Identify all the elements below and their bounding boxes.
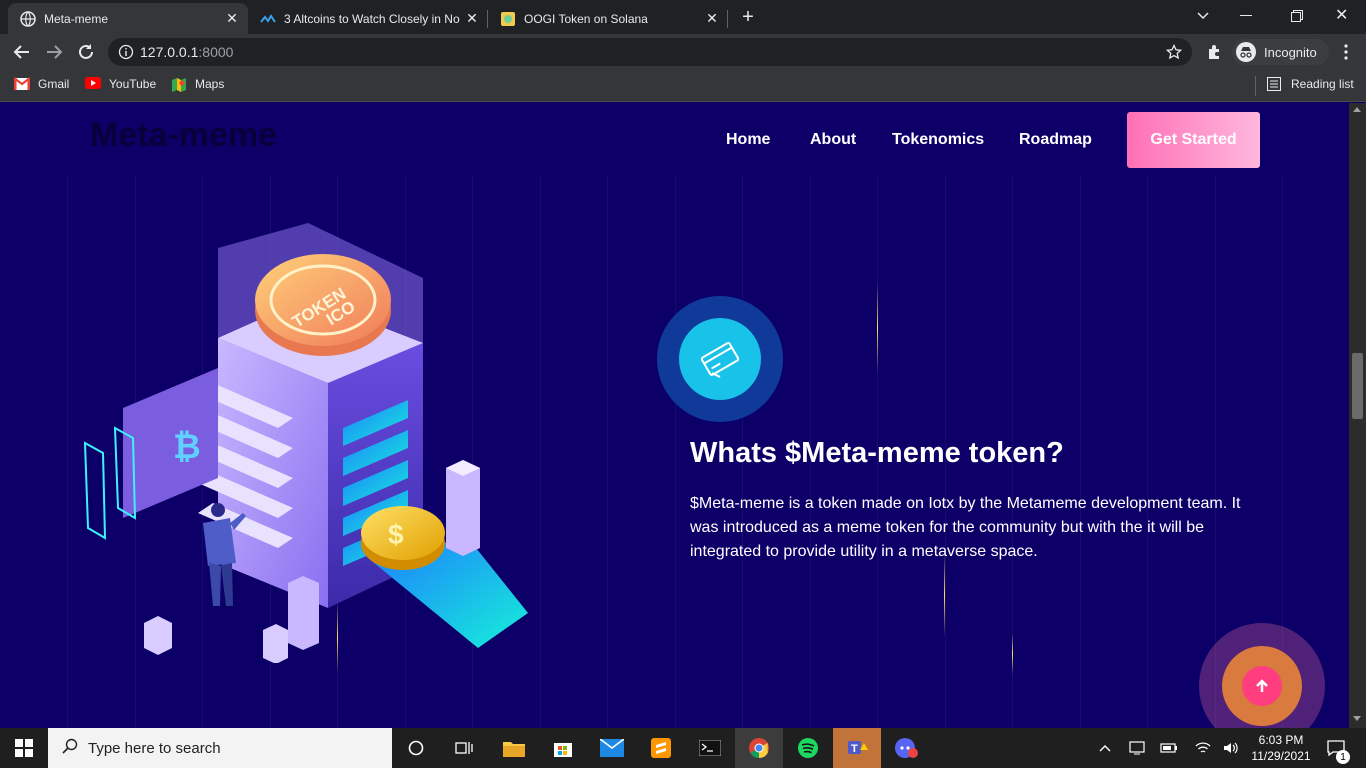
bg-grid-line bbox=[607, 177, 608, 728]
show-hidden-icons-chevron-icon[interactable] bbox=[1096, 728, 1114, 768]
close-tab-icon[interactable]: ✕ bbox=[702, 10, 722, 27]
tab-title: 3 Altcoins to Watch Closely in No bbox=[284, 11, 460, 26]
bookmarks-bar: Gmail YouTube Maps Reading list bbox=[0, 70, 1366, 102]
spotify-icon[interactable] bbox=[784, 728, 832, 768]
section-heading: Whats $Meta-meme token? bbox=[690, 437, 1064, 469]
get-started-button[interactable]: Get Started bbox=[1127, 112, 1260, 168]
profile-label: Incognito bbox=[1264, 44, 1317, 60]
web-page: Meta-meme Home About Tokenomics Roadmap … bbox=[0, 103, 1349, 728]
forward-arrow-icon[interactable] bbox=[42, 40, 66, 64]
section-description: $Meta-meme is a token made on Iotx by th… bbox=[690, 495, 1241, 560]
oogi-favicon-icon bbox=[500, 11, 516, 27]
bookmark-maps[interactable]: Maps bbox=[171, 77, 224, 92]
site-logo[interactable]: Meta-meme bbox=[90, 116, 277, 155]
microsoft-store-icon[interactable] bbox=[539, 728, 587, 768]
tab-separator bbox=[727, 10, 728, 28]
notifications-icon[interactable]: 1 bbox=[1322, 728, 1350, 768]
bg-grid-line bbox=[540, 177, 541, 728]
url-text: 127.0.0.1:8000 bbox=[140, 44, 234, 60]
incognito-icon bbox=[1236, 42, 1256, 62]
battery-icon[interactable] bbox=[1158, 728, 1180, 768]
nav-home-link[interactable]: Home bbox=[726, 131, 770, 149]
notification-count-badge: 1 bbox=[1336, 750, 1350, 764]
scroll-down-arrow-icon[interactable] bbox=[1353, 716, 1361, 721]
new-tab-icon[interactable]: + bbox=[736, 6, 760, 30]
menu-kebab-icon[interactable] bbox=[1334, 40, 1358, 64]
chrome-icon[interactable] bbox=[735, 728, 783, 768]
cortana-icon[interactable] bbox=[392, 728, 440, 768]
sparkle-streak bbox=[877, 283, 878, 373]
dollar-coin-icon: $ bbox=[388, 519, 404, 550]
nav-about-link[interactable]: About bbox=[810, 131, 856, 149]
search-icon bbox=[62, 738, 78, 758]
close-tab-icon[interactable]: ✕ bbox=[462, 10, 482, 27]
bg-grid-line bbox=[1080, 177, 1081, 728]
globe-icon bbox=[20, 10, 36, 27]
bookmarks-divider bbox=[1255, 76, 1256, 96]
tab-title: OOGI Token on Solana bbox=[524, 11, 648, 26]
bookmark-youtube[interactable]: YouTube bbox=[85, 77, 156, 91]
svg-text:T: T bbox=[851, 743, 858, 755]
bg-grid-line bbox=[1147, 177, 1148, 728]
close-window-icon[interactable]: ✕ bbox=[1335, 5, 1348, 25]
windows-start-icon[interactable] bbox=[0, 728, 48, 768]
tray-device-icon[interactable] bbox=[1126, 728, 1148, 768]
info-icon[interactable] bbox=[118, 44, 134, 60]
tab-oogi[interactable]: OOGI Token on Solana ✕ bbox=[488, 3, 728, 34]
sparkle-streak bbox=[1012, 633, 1013, 675]
reload-icon[interactable] bbox=[74, 40, 98, 64]
restore-icon[interactable] bbox=[1291, 9, 1303, 22]
nav-roadmap-link[interactable]: Roadmap bbox=[1019, 131, 1092, 149]
windows-taskbar: Type here to search T 6:03 PM 11/29/2021… bbox=[0, 728, 1366, 768]
close-tab-icon[interactable]: ✕ bbox=[222, 10, 242, 27]
wifi-icon[interactable] bbox=[1192, 728, 1214, 768]
clock-time: 6:03 PM bbox=[1258, 733, 1304, 747]
incognito-profile-button[interactable]: Incognito bbox=[1232, 39, 1329, 65]
credit-card-icon bbox=[679, 318, 761, 400]
sublime-text-icon[interactable] bbox=[637, 728, 685, 768]
scroll-to-top-button[interactable] bbox=[1242, 666, 1282, 706]
bg-grid-line bbox=[67, 177, 68, 728]
teams-icon[interactable]: T bbox=[833, 728, 881, 768]
clock[interactable]: 6:03 PM 11/29/2021 bbox=[1248, 728, 1314, 768]
nav-tokenomics-link[interactable]: Tokenomics bbox=[892, 131, 984, 149]
reading-list-button[interactable]: Reading list bbox=[1267, 77, 1354, 91]
search-placeholder: Type here to search bbox=[88, 739, 221, 757]
browser-toolbar: 127.0.0.1:8000 Incognito bbox=[0, 34, 1366, 70]
volume-icon[interactable] bbox=[1220, 728, 1242, 768]
token-ico-illustration: ₿ TOKEN ICO $ bbox=[83, 223, 528, 663]
tab-title: Meta-meme bbox=[44, 11, 109, 26]
tab-search-chevron-icon[interactable] bbox=[1196, 8, 1210, 25]
terminal-icon[interactable] bbox=[686, 728, 734, 768]
discord-icon[interactable] bbox=[882, 728, 930, 768]
bitcoin-symbol-icon: ₿ bbox=[173, 428, 201, 466]
bookmark-star-icon[interactable] bbox=[1165, 43, 1183, 65]
gmail-icon bbox=[13, 77, 31, 91]
clock-date: 11/29/2021 bbox=[1251, 749, 1311, 763]
site-navbar: Meta-meme Home About Tokenomics Roadmap … bbox=[0, 103, 1349, 177]
tab-meta-meme[interactable]: Meta-meme ✕ bbox=[8, 3, 248, 34]
reading-list-icon bbox=[1267, 77, 1283, 91]
scroll-up-arrow-icon[interactable] bbox=[1353, 107, 1361, 112]
file-explorer-icon[interactable] bbox=[490, 728, 538, 768]
page-scrollbar[interactable] bbox=[1349, 103, 1366, 728]
sparkle-streak bbox=[944, 553, 945, 637]
taskbar-search-box[interactable]: Type here to search bbox=[48, 728, 392, 768]
bg-grid-line bbox=[675, 177, 676, 728]
site-logo-icon bbox=[260, 11, 276, 27]
address-bar[interactable]: 127.0.0.1:8000 bbox=[108, 38, 1192, 66]
minimize-icon[interactable] bbox=[1240, 15, 1252, 16]
tab-altcoins[interactable]: 3 Altcoins to Watch Closely in No ✕ bbox=[248, 3, 488, 34]
back-arrow-icon[interactable] bbox=[10, 40, 34, 64]
extensions-puzzle-icon[interactable] bbox=[1202, 40, 1226, 64]
youtube-icon bbox=[85, 77, 101, 91]
browser-tab-bar: Meta-meme ✕ 3 Altcoins to Watch Closely … bbox=[0, 0, 1366, 34]
scrollbar-thumb[interactable] bbox=[1352, 353, 1363, 419]
task-view-icon[interactable] bbox=[440, 728, 488, 768]
arrow-up-icon bbox=[1256, 679, 1268, 692]
bookmark-gmail[interactable]: Gmail bbox=[13, 77, 69, 91]
mail-icon[interactable] bbox=[588, 728, 636, 768]
maps-icon bbox=[171, 77, 187, 92]
